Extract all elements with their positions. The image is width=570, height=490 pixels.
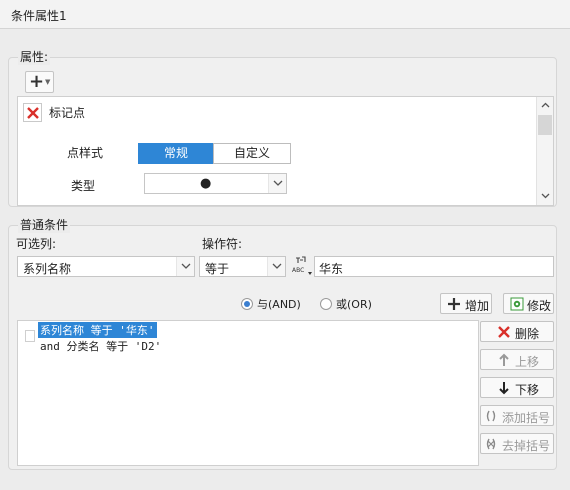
scrollbar-thumb[interactable] — [538, 115, 552, 135]
operator-dropdown-button[interactable] — [267, 257, 285, 276]
red-x-icon — [27, 107, 39, 119]
attribute-panel-scrollbar[interactable] — [536, 97, 553, 205]
delete-condition-label: 删除 — [515, 327, 540, 341]
condition-list[interactable]: 系列名称 等于 '华东' and 分类名 等于 'D2' — [17, 320, 479, 466]
arrow-up-icon — [499, 353, 509, 366]
conditions-group-label: 普通条件 — [18, 216, 71, 233]
chevron-down-icon — [273, 180, 283, 186]
list-item[interactable]: 系列名称 等于 '华东' — [38, 322, 157, 338]
list-item[interactable]: and 分类名 等于 'D2' — [40, 338, 161, 354]
modify-condition-label: 修改 — [527, 299, 552, 313]
move-down-label: 下移 — [515, 383, 540, 397]
selectable-column-value: 系列名称 — [23, 262, 72, 276]
selectable-column-dropdown-button[interactable] — [176, 257, 194, 276]
operator-select[interactable]: 等于 — [199, 256, 286, 277]
move-up-label: 上移 — [515, 355, 540, 369]
caret-down-icon: ▼ — [45, 78, 51, 86]
move-up-button[interactable]: 上移 — [480, 349, 554, 370]
window-title: 条件属性1 — [11, 9, 67, 23]
remove-bracket-button[interactable]: 去掉括号 — [480, 433, 554, 454]
or-radio-label[interactable]: 或(OR) — [336, 296, 372, 312]
remove-brackets-icon — [486, 438, 496, 450]
marker-title: 标记点 — [49, 106, 86, 120]
add-condition-button[interactable]: 增加 — [440, 293, 492, 314]
move-down-button[interactable]: 下移 — [480, 377, 554, 398]
add-bracket-button[interactable]: 添加括号 — [480, 405, 554, 426]
type-select[interactable]: ● — [144, 173, 287, 194]
remove-bracket-label: 去掉括号 — [502, 439, 551, 453]
tree-connector — [25, 330, 35, 342]
plus-icon — [448, 298, 460, 310]
plus-icon: + — [29, 71, 45, 92]
type-label: 类型 — [71, 179, 96, 193]
attributes-group-label: 属性: — [18, 48, 51, 65]
chevron-down-icon — [272, 263, 282, 269]
red-x-icon — [498, 326, 510, 338]
modify-condition-button[interactable]: 修改 — [503, 293, 554, 314]
title-bar: 条件属性1 — [0, 0, 570, 29]
selectable-column-select[interactable]: 系列名称 — [17, 256, 195, 277]
condition-value-text: 华东 — [319, 262, 344, 276]
formula-button[interactable]: ABC — [291, 255, 313, 277]
abc-formula-icon: ABC — [292, 256, 312, 275]
operator-label: 操作符: — [202, 237, 243, 251]
add-condition-label: 增加 — [465, 299, 490, 313]
delete-marker-button[interactable] — [23, 103, 42, 122]
selectable-column-label: 可选列: — [16, 237, 57, 251]
and-radio-label[interactable]: 与(AND) — [257, 296, 301, 312]
brackets-icon — [486, 410, 496, 422]
point-style-label: 点样式 — [67, 146, 104, 160]
operator-value: 等于 — [205, 262, 230, 276]
delete-condition-button[interactable]: 删除 — [480, 321, 554, 342]
type-dropdown-button[interactable] — [268, 174, 286, 193]
add-attribute-button[interactable]: + ▼ — [25, 71, 54, 93]
chevron-down-icon — [181, 263, 191, 269]
or-radio[interactable] — [320, 298, 332, 310]
style-option-custom[interactable]: 自定义 — [213, 143, 291, 164]
and-radio[interactable] — [241, 298, 253, 310]
arrow-down-icon — [499, 382, 509, 395]
type-select-value: ● — [200, 176, 212, 191]
style-option-normal[interactable]: 常规 — [138, 143, 214, 164]
svg-text:ABC: ABC — [292, 267, 304, 274]
modify-gear-icon — [510, 297, 524, 311]
add-bracket-label: 添加括号 — [502, 411, 551, 425]
scroll-up-icon[interactable] — [541, 102, 550, 108]
scroll-down-icon[interactable] — [541, 193, 550, 199]
condition-value-input[interactable]: 华东 — [314, 256, 554, 277]
